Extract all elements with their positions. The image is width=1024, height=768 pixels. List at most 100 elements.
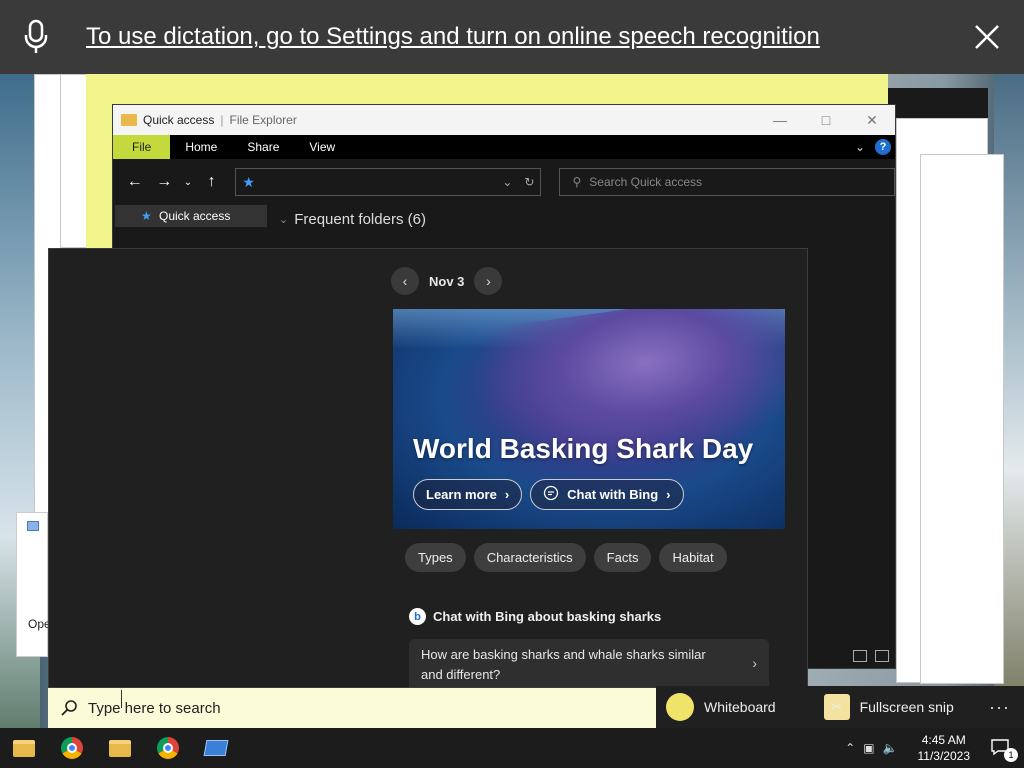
remote-desktop-icon	[203, 740, 229, 756]
search-icon: ⚲	[572, 175, 582, 189]
minimize-icon[interactable]: —	[757, 112, 803, 129]
chat-with-bing-label: Chat with Bing	[567, 487, 659, 502]
suggestion-label: Whiteboard	[704, 699, 776, 715]
learn-more-button[interactable]: Learn more ›	[413, 479, 523, 510]
text-cursor	[121, 690, 127, 708]
chat-with-bing-button[interactable]: Chat with Bing ›	[530, 479, 684, 510]
dictation-settings-link[interactable]: To use dictation, go to Settings and tur…	[72, 23, 950, 51]
star-icon: ★	[242, 173, 255, 190]
file-explorer-icon	[109, 739, 131, 757]
view-toggle	[853, 650, 889, 662]
bing-logo-icon: b	[409, 608, 426, 625]
suggestion-fullscreen-snip[interactable]: ✂ Fullscreen snip	[814, 694, 964, 720]
yellow-window-edge	[86, 104, 112, 248]
clock[interactable]: 4:45 AM 11/3/2023	[906, 732, 983, 764]
whiteboard-icon	[666, 693, 694, 721]
frequent-folders-header[interactable]: ⌄ Frequent folders (6)	[279, 211, 426, 228]
taskbar-chrome-2[interactable]	[144, 728, 192, 768]
file-explorer-icon	[13, 739, 35, 757]
taskbar: ⌃ ▣ 🔈 4:45 AM 11/3/2023 1	[0, 728, 1024, 768]
chevron-right-icon[interactable]: ›	[474, 267, 503, 295]
tab-home[interactable]: Home	[170, 135, 232, 159]
sidebar-item-label: Quick access	[159, 209, 231, 223]
taskbar-file-explorer[interactable]	[0, 728, 48, 768]
chevron-right-icon: ›	[752, 655, 757, 671]
bing-chat-heading: b Chat with Bing about basking sharks	[409, 608, 661, 625]
more-options-icon[interactable]: ···	[989, 697, 1024, 718]
hero-card[interactable]: World Basking Shark Day Learn more › Cha…	[393, 309, 785, 529]
search-highlights-panel: ‹ Nov 3 › World Basking Shark Day Learn …	[48, 248, 808, 688]
up-arrow-icon[interactable]: ↑	[200, 173, 224, 191]
taskbar-remote-desktop[interactable]	[192, 728, 240, 768]
background-window	[920, 154, 1004, 684]
chevron-up-icon[interactable]: ⌃	[845, 741, 855, 755]
notification-badge: 1	[1004, 748, 1018, 762]
chat-bubble-icon	[543, 485, 559, 504]
chevron-down-icon[interactable]: ⌄	[855, 140, 865, 154]
bing-heading-label: Chat with Bing about basking sharks	[433, 609, 662, 624]
chip-characteristics[interactable]: Characteristics	[473, 543, 586, 572]
chevron-right-icon: ›	[504, 487, 510, 502]
taskbar-search-box[interactable]	[48, 688, 656, 728]
address-bar[interactable]: ★ ⌄ ↻	[235, 168, 542, 196]
network-icon[interactable]: ▣	[863, 741, 874, 755]
explorer-titlebar[interactable]: Quick access | File Explorer — □ ✕	[113, 105, 895, 135]
notification-center[interactable]: 1	[990, 738, 1018, 762]
tab-file[interactable]: File	[113, 135, 171, 159]
hero-title: World Basking Shark Day	[413, 433, 754, 464]
explorer-search-placeholder: Search Quick access	[589, 175, 702, 189]
suggestion-whiteboard[interactable]: Whiteboard	[656, 693, 786, 721]
recent-chevron-icon[interactable]: ⌄	[182, 177, 194, 188]
explorer-navbar: ← → ⌄ ↑ ★ ⌄ ↻ ⚲ Search Quick access	[113, 159, 896, 205]
chevron-down-icon[interactable]: ⌄	[502, 175, 512, 189]
chip-facts[interactable]: Facts	[593, 543, 652, 572]
chevron-right-icon: ›	[666, 487, 671, 502]
dictation-banner: To use dictation, go to Settings and tur…	[0, 0, 1024, 74]
refresh-icon[interactable]: ↻	[524, 175, 534, 189]
learn-more-label: Learn more	[426, 487, 497, 502]
system-tray: ⌃ ▣ 🔈 4:45 AM 11/3/2023 1	[845, 732, 1024, 764]
forward-arrow-icon[interactable]: →	[153, 173, 177, 191]
chrome-icon	[61, 737, 83, 759]
window-icon	[27, 521, 39, 531]
search-icon	[61, 700, 77, 716]
title-separator: |	[220, 113, 224, 127]
help-icon[interactable]: ?	[875, 139, 891, 155]
chevron-left-icon[interactable]: ‹	[391, 267, 419, 295]
date-navigation: ‹ Nov 3 ›	[391, 267, 503, 295]
close-icon[interactable]: ✕	[849, 112, 895, 129]
chip-habitat[interactable]: Habitat	[659, 543, 727, 572]
folder-icon	[121, 114, 137, 126]
tab-view[interactable]: View	[294, 135, 350, 159]
highlight-date: Nov 3	[429, 273, 465, 289]
taskbar-file-explorer-2[interactable]	[96, 728, 144, 768]
chip-types[interactable]: Types	[405, 543, 466, 572]
clock-time: 4:45 AM	[921, 733, 966, 747]
taskbar-chrome[interactable]	[48, 728, 96, 768]
volume-muted-icon[interactable]: 🔈	[883, 741, 898, 755]
explorer-search-input[interactable]: ⚲ Search Quick access	[559, 168, 896, 196]
background-window-bar	[888, 88, 988, 118]
sidebar-item-quick-access[interactable]: ★ Quick access	[115, 205, 267, 227]
star-icon: ★	[141, 209, 152, 223]
details-view-icon[interactable]	[853, 650, 867, 662]
close-icon[interactable]	[950, 0, 1024, 74]
app-suggestions: Whiteboard ✂ Fullscreen snip ···	[656, 686, 1024, 728]
question-text: How are basking sharks and whale sharks …	[421, 647, 706, 682]
bing-question-button[interactable]: How are basking sharks and whale sharks …	[409, 639, 769, 687]
microphone-icon	[0, 0, 72, 74]
search-input[interactable]	[88, 699, 488, 717]
large-icons-view-icon[interactable]	[875, 650, 889, 662]
section-label: Frequent folders (6)	[294, 211, 426, 228]
back-arrow-icon[interactable]: ←	[123, 173, 147, 191]
explorer-ribbon: File Home Share View ⌄ ?	[113, 135, 895, 159]
clock-date: 11/3/2023	[917, 749, 971, 763]
tab-share[interactable]: Share	[232, 135, 294, 159]
small-window[interactable]: Ope	[16, 512, 51, 657]
topic-chips: Types Characteristics Facts Habitat	[405, 543, 727, 572]
explorer-title-app: File Explorer	[229, 113, 297, 127]
suggestion-label: Fullscreen snip	[859, 699, 954, 715]
chrome-icon	[157, 737, 179, 759]
maximize-icon[interactable]: □	[803, 112, 849, 129]
yellow-window	[86, 74, 888, 104]
